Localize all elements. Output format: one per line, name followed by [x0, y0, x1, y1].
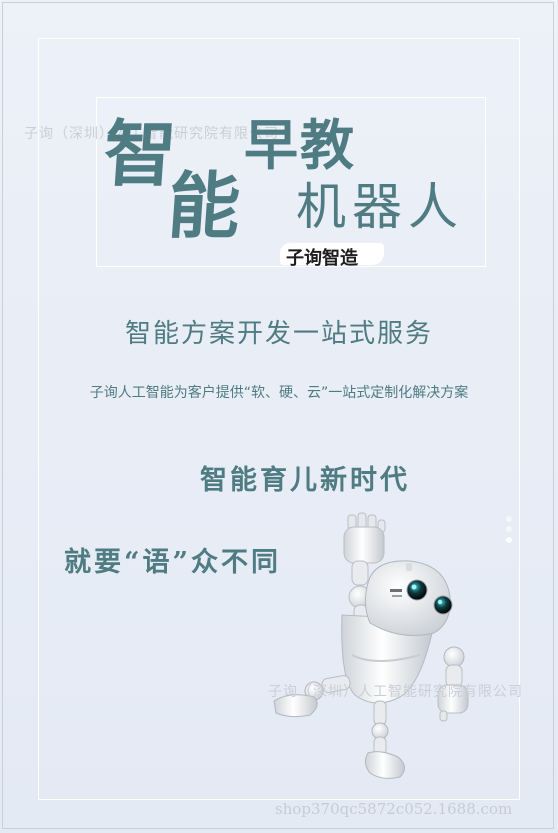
shop-url-watermark: shop370qc5872c052.1688.com	[275, 800, 513, 818]
title-jiqiren: 机器人	[296, 178, 464, 236]
description: 子询人工智能为客户提供“软、硬、云”一站式定制化解决方案	[89, 385, 469, 401]
era-line: 智能育儿新时代	[200, 465, 410, 496]
title-char-neng: 能	[165, 163, 244, 248]
title-zaojiao: 早教	[244, 113, 356, 177]
robot-right-leg	[364, 700, 405, 779]
pager-dot-active[interactable]	[506, 537, 512, 543]
title-char-zhi: 智	[101, 111, 180, 196]
pager-dot[interactable]	[506, 516, 512, 522]
brand-mark: 子询智造	[286, 248, 358, 269]
robot-illustration	[273, 512, 469, 779]
pager-dot[interactable]	[506, 526, 512, 532]
slogan: 智能方案开发一站式服务	[124, 319, 433, 349]
catchphrase: 就要“语”众不同	[64, 547, 282, 578]
company-watermark-bottom: 子询（深圳）人工智能研究院有限公司	[268, 684, 523, 700]
